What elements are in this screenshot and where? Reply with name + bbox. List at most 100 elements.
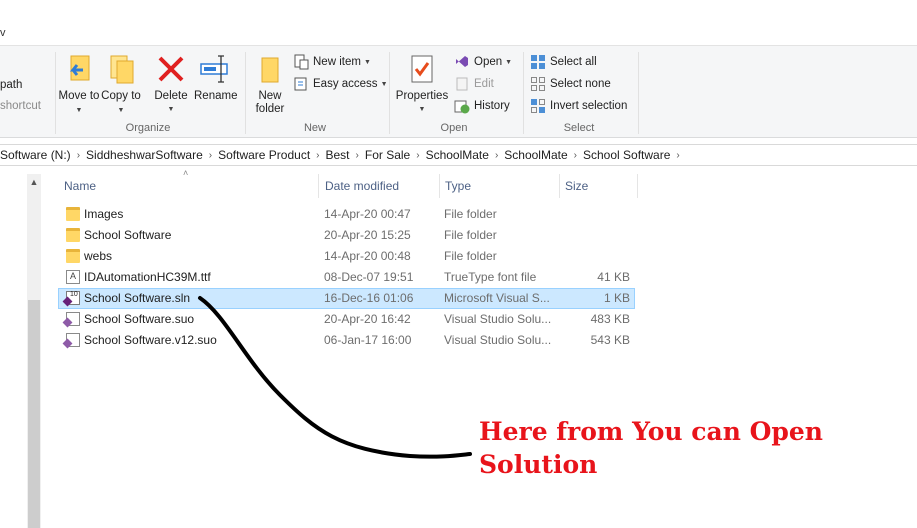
edit-label: Edit xyxy=(474,78,494,90)
select-all-label: Select all xyxy=(550,56,597,68)
paste-shortcut-button[interactable]: shortcut xyxy=(0,97,41,115)
new-item-label: New item xyxy=(313,56,361,68)
file-type: Visual Studio Solu... xyxy=(444,333,552,347)
file-row[interactable]: webs 14-Apr-20 00:48 File folder xyxy=(58,246,635,267)
file-row-selected[interactable]: School Software.sln 16-Dec-16 01:06 Micr… xyxy=(58,288,635,309)
rename-button[interactable]: Rename xyxy=(194,52,238,103)
column-header-date[interactable]: Date modified xyxy=(319,172,439,200)
open-label: Open xyxy=(474,56,503,68)
rename-icon xyxy=(199,52,231,88)
properties-icon xyxy=(406,52,438,88)
column-header-name[interactable]: Name xyxy=(58,172,318,200)
history-icon xyxy=(454,98,470,114)
file-row[interactable]: IDAutomationHC39M.ttf 08-Dec-07 19:51 Tr… xyxy=(58,267,635,288)
select-none-label: Select none xyxy=(550,78,611,90)
copy-to-label: Copy to xyxy=(101,90,141,102)
breadcrumb-current[interactable]: School Software xyxy=(577,148,676,162)
invert-selection-button[interactable]: Invert selection xyxy=(530,97,627,115)
chevron-right-icon: › xyxy=(676,149,680,161)
easy-access-label: Easy access xyxy=(313,78,378,90)
group-separator xyxy=(389,52,390,134)
file-row[interactable]: Images 14-Apr-20 00:47 File folder xyxy=(58,204,635,225)
file-row[interactable]: School Software.suo 20-Apr-20 16:42 Visu… xyxy=(58,309,635,330)
folder-icon xyxy=(66,207,80,221)
select-all-button[interactable]: Select all xyxy=(530,53,597,71)
breadcrumb-item[interactable]: SchoolMate xyxy=(420,148,495,162)
file-name: webs xyxy=(84,249,113,263)
select-none-icon xyxy=(530,76,546,92)
folder-icon xyxy=(66,228,80,242)
paste-shortcut-label: shortcut xyxy=(0,100,41,112)
move-to-button[interactable]: Move to ▼ xyxy=(59,52,99,117)
file-date: 08-Dec-07 19:51 xyxy=(324,270,414,284)
rename-label: Rename xyxy=(194,90,238,102)
select-all-icon xyxy=(530,54,546,70)
address-bar[interactable]: Software (N:) › SiddheshwarSoftware › Soft… xyxy=(0,144,917,166)
copy-path-label: path xyxy=(0,79,23,91)
new-folder-icon xyxy=(254,52,286,88)
breadcrumb-item[interactable]: For Sale xyxy=(359,148,416,162)
file-row[interactable]: School Software.v12.suo 06-Jan-17 16:00 … xyxy=(58,330,635,351)
history-label: History xyxy=(474,100,510,112)
easy-access-button[interactable]: Easy access ▼ xyxy=(293,75,388,93)
group-separator xyxy=(523,52,524,134)
move-to-icon xyxy=(63,52,95,88)
file-name: School Software.sln xyxy=(84,291,191,305)
new-group-label: New xyxy=(303,122,326,134)
open-group-label: Open xyxy=(440,122,468,134)
file-date: 06-Jan-17 16:00 xyxy=(324,333,412,347)
column-header-type[interactable]: Type xyxy=(439,172,559,200)
file-name: School Software xyxy=(84,228,172,242)
file-size: 483 KB xyxy=(590,312,630,326)
copy-to-button[interactable]: Copy to ▼ xyxy=(101,52,141,117)
nav-scrollbar-thumb[interactable] xyxy=(28,300,40,528)
column-header-size[interactable]: Size xyxy=(559,172,635,200)
title-strip: v xyxy=(0,0,917,45)
scroll-up-arrow-icon[interactable]: ▲ xyxy=(27,174,41,190)
folder-icon xyxy=(66,249,80,263)
breadcrumb-drive[interactable]: Software (N:) xyxy=(0,148,77,162)
delete-button[interactable]: Delete ▼ xyxy=(151,52,191,116)
breadcrumb-item[interactable]: Software Product xyxy=(212,148,316,162)
file-type: File folder xyxy=(444,228,497,242)
visual-studio-options-icon xyxy=(66,312,80,326)
group-separator xyxy=(245,52,246,134)
new-item-icon xyxy=(293,54,309,70)
select-none-button[interactable]: Select none xyxy=(530,75,611,93)
new-folder-label: New folder xyxy=(255,90,285,115)
file-name: IDAutomationHC39M.ttf xyxy=(84,270,211,284)
file-type: TrueType font file xyxy=(444,270,537,284)
file-type: File folder xyxy=(444,249,497,263)
file-date: 16-Dec-16 01:06 xyxy=(324,291,414,305)
history-button[interactable]: History xyxy=(454,97,510,115)
breadcrumb-item[interactable]: Best xyxy=(320,148,356,162)
invert-selection-icon xyxy=(530,98,546,114)
easy-access-icon xyxy=(293,76,309,92)
file-type: Microsoft Visual S... xyxy=(444,291,550,305)
file-name: School Software.suo xyxy=(84,312,195,326)
copy-to-icon xyxy=(105,52,137,88)
new-folder-button[interactable]: New folder xyxy=(250,52,290,116)
file-type: Visual Studio Solu... xyxy=(444,312,552,326)
invert-selection-label: Invert selection xyxy=(550,100,628,112)
edit-button[interactable]: Edit xyxy=(454,75,494,93)
column-divider[interactable] xyxy=(637,174,638,198)
title-fragment: v xyxy=(0,27,6,39)
file-size: 1 KB xyxy=(603,291,630,305)
new-item-button[interactable]: New item ▼ xyxy=(293,53,371,71)
file-row[interactable]: School Software 20-Apr-20 15:25 File fol… xyxy=(58,225,635,246)
properties-button[interactable]: Properties ▼ xyxy=(394,52,450,116)
group-separator xyxy=(638,52,639,134)
edit-icon xyxy=(454,76,470,92)
annotation-line-2: Solution xyxy=(479,450,598,479)
open-button[interactable]: Open ▼ xyxy=(454,53,512,71)
annotation-callout: Here from You can Open Solution xyxy=(479,415,859,481)
visual-studio-options-icon xyxy=(66,333,80,347)
breadcrumb-item[interactable]: SiddheshwarSoftware xyxy=(80,148,209,162)
annotation-line-1: Here from You can Open xyxy=(479,417,823,446)
copy-path-button[interactable]: path xyxy=(0,76,22,94)
file-size: 41 KB xyxy=(597,270,630,284)
file-date: 14-Apr-20 00:47 xyxy=(324,207,411,221)
organize-group-label: Organize xyxy=(125,122,171,134)
breadcrumb-item[interactable]: SchoolMate xyxy=(498,148,573,162)
